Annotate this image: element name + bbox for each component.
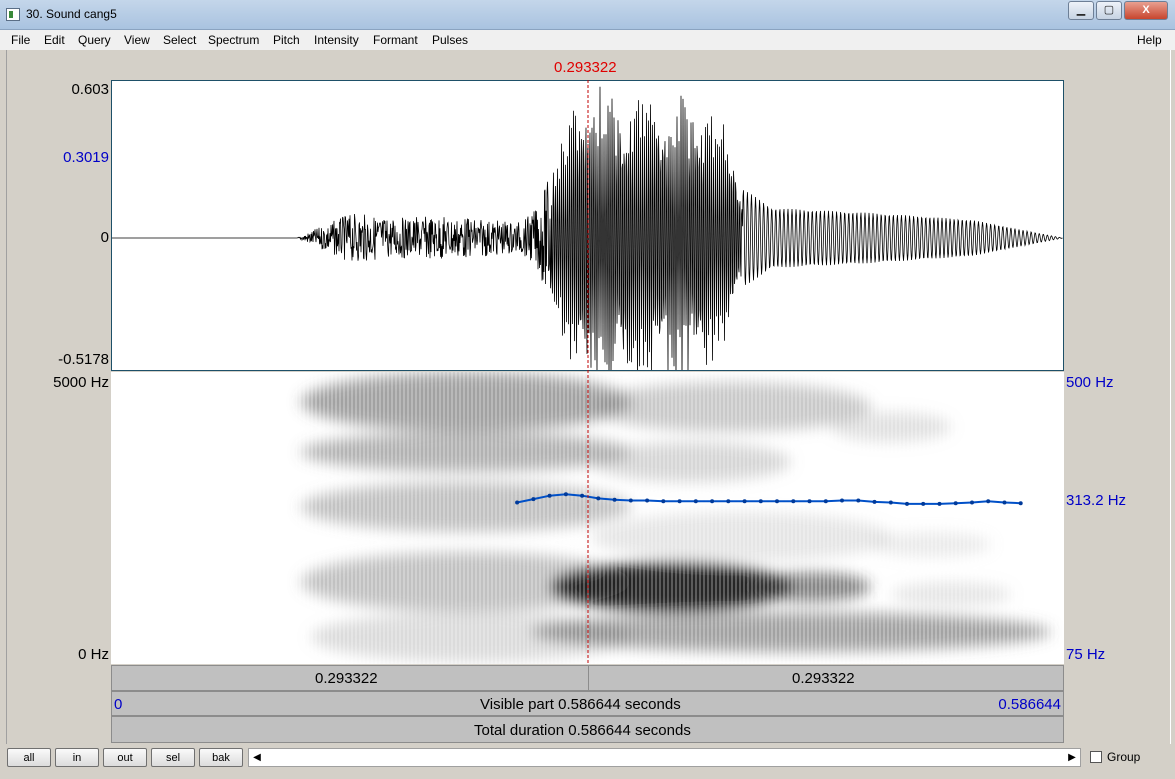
menu-formant[interactable]: Formant bbox=[373, 33, 418, 47]
pitch-point-18 bbox=[807, 499, 812, 504]
visible-part-label: Visible part 0.586644 seconds bbox=[480, 696, 681, 713]
pitch-point-5 bbox=[596, 496, 601, 501]
pitch-point-20 bbox=[840, 498, 844, 503]
praat-window-icon bbox=[6, 8, 20, 21]
pitch-point-6 bbox=[612, 497, 617, 502]
zoom-out-button[interactable]: out bbox=[103, 748, 147, 767]
pitch-point-11 bbox=[693, 499, 698, 504]
group-checkbox[interactable] bbox=[1090, 751, 1102, 763]
pitch-point-25 bbox=[921, 501, 926, 506]
menu-query[interactable]: Query bbox=[78, 33, 111, 47]
pitch-point-27 bbox=[953, 501, 958, 506]
total-duration-bar[interactable]: Total duration 0.586644 seconds bbox=[111, 716, 1064, 743]
menu-edit[interactable]: Edit bbox=[44, 33, 65, 47]
pitch-point-7 bbox=[628, 498, 633, 503]
visible-part-bar[interactable]: 0 Visible part 0.586644 seconds 0.586644 bbox=[111, 691, 1064, 716]
selection-divider bbox=[588, 666, 589, 690]
menu-pulses[interactable]: Pulses bbox=[432, 33, 468, 47]
pitch-point-12 bbox=[710, 499, 715, 504]
cursor-time-label: 0.293322 bbox=[554, 59, 617, 76]
bottom-toolbar: all in out sel bak ◀ ▶ Group bbox=[0, 744, 1175, 779]
menu-pitch[interactable]: Pitch bbox=[273, 33, 300, 47]
waveform-min-label: -0.5178 bbox=[58, 351, 109, 368]
scroll-left-icon[interactable]: ◀ bbox=[249, 749, 265, 766]
menu-file[interactable]: File bbox=[11, 33, 30, 47]
close-button[interactable]: X bbox=[1124, 1, 1168, 20]
pitch-point-22 bbox=[872, 499, 877, 504]
visible-start-label: 0 bbox=[114, 696, 123, 713]
pitch-point-13 bbox=[726, 499, 731, 504]
scroll-right-icon[interactable]: ▶ bbox=[1064, 749, 1080, 766]
waveform-plot bbox=[112, 86, 1063, 370]
pitch-point-14 bbox=[742, 499, 747, 504]
window-title: 30. Sound cang5 bbox=[26, 7, 117, 21]
spectrogram-panel[interactable] bbox=[111, 372, 1064, 664]
pitch-point-15 bbox=[758, 499, 763, 504]
pitch-point-31 bbox=[1018, 501, 1023, 506]
menu-help[interactable]: Help bbox=[1137, 33, 1162, 47]
pitch-point-16 bbox=[775, 499, 779, 504]
pitch-point-19 bbox=[823, 499, 828, 504]
horizontal-scrollbar[interactable]: ◀ ▶ bbox=[248, 748, 1081, 767]
pitch-max-label: 500 Hz bbox=[1066, 374, 1114, 391]
selection-bar[interactable]: 0.293322 0.293322 bbox=[111, 665, 1064, 691]
pitch-point-30 bbox=[1002, 500, 1007, 505]
pitch-point-4 bbox=[580, 493, 585, 498]
pitch-point-21 bbox=[856, 498, 861, 503]
menu-spectrum[interactable]: Spectrum bbox=[208, 33, 259, 47]
pitch-point-3 bbox=[563, 492, 568, 497]
pitch-min-label: 75 Hz bbox=[1066, 646, 1106, 663]
spectrogram-min-freq-label: 0 Hz bbox=[78, 646, 109, 663]
pitch-point-2 bbox=[547, 493, 552, 498]
pitch-point-8 bbox=[645, 498, 650, 503]
zoom-back-button[interactable]: bak bbox=[199, 748, 243, 767]
pitch-point-10 bbox=[677, 499, 682, 504]
waveform-trace bbox=[112, 86, 1063, 370]
pitch-point-0 bbox=[515, 500, 520, 505]
zoom-selection-button[interactable]: sel bbox=[151, 748, 195, 767]
pitch-point-28 bbox=[970, 500, 974, 505]
waveform-panel[interactable] bbox=[111, 80, 1064, 371]
pitch-value-label: 313.2 Hz bbox=[1066, 492, 1127, 509]
pitch-point-1 bbox=[531, 497, 536, 502]
pitch-point-23 bbox=[888, 500, 893, 505]
waveform-zero-label: 0 bbox=[100, 229, 109, 246]
pitch-point-17 bbox=[791, 499, 796, 504]
spectrogram-plot bbox=[296, 372, 1064, 664]
pitch-point-9 bbox=[661, 499, 666, 504]
waveform-mid-label: 0.3019 bbox=[63, 149, 109, 166]
total-duration-label: Total duration 0.586644 seconds bbox=[474, 722, 691, 739]
menu-view[interactable]: View bbox=[124, 33, 150, 47]
menu-intensity[interactable]: Intensity bbox=[314, 33, 359, 47]
right-segment-label: 0.293322 bbox=[792, 670, 855, 687]
zoom-in-button[interactable]: in bbox=[55, 748, 99, 767]
menu-select[interactable]: Select bbox=[163, 33, 196, 47]
pitch-point-26 bbox=[937, 501, 942, 506]
pitch-point-29 bbox=[986, 499, 991, 504]
visible-end-label: 0.586644 bbox=[998, 696, 1061, 713]
maximize-button[interactable]: ▢ bbox=[1096, 1, 1122, 20]
group-label: Group bbox=[1107, 750, 1141, 764]
spectrogram-max-freq-label: 5000 Hz bbox=[53, 374, 109, 391]
waveform-max-label: 0.603 bbox=[71, 81, 109, 98]
minimize-button[interactable]: ▁ bbox=[1068, 1, 1094, 20]
menu-bar: File Edit Query View Select Spectrum Pit… bbox=[0, 30, 1175, 50]
pitch-point-24 bbox=[905, 501, 909, 506]
zoom-all-button[interactable]: all bbox=[7, 748, 51, 767]
left-segment-label: 0.293322 bbox=[315, 670, 378, 687]
title-bar: 30. Sound cang5 ▁ ▢ X bbox=[0, 0, 1175, 30]
